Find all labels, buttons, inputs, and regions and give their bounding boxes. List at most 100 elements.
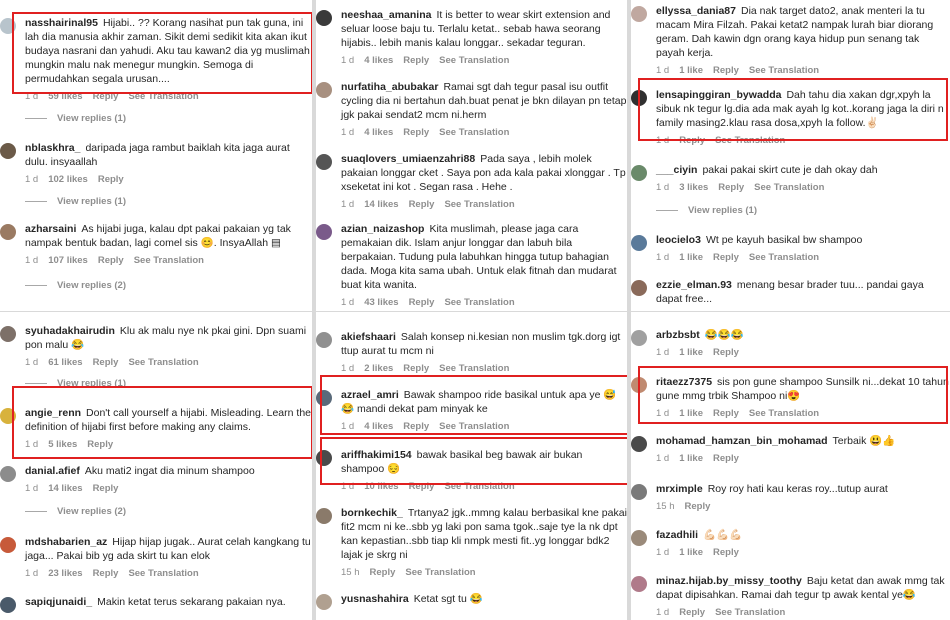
comment-username[interactable]: mrximple [656, 483, 703, 495]
comment-username[interactable]: arbzbsbt [656, 329, 700, 341]
comment-username[interactable]: danial.afief [25, 465, 80, 477]
avatar[interactable] [631, 530, 647, 546]
comment-username[interactable]: neeshaa_amanina [341, 9, 431, 21]
avatar[interactable] [631, 165, 647, 181]
reply-link[interactable]: Reply [93, 568, 119, 579]
likes-count[interactable]: 61 likes [48, 357, 82, 368]
reply-link[interactable]: Reply [409, 199, 435, 210]
reply-link[interactable]: Reply [93, 357, 119, 368]
view-replies[interactable]: View replies (1) [25, 196, 126, 207]
avatar[interactable] [0, 143, 16, 159]
avatar[interactable] [316, 10, 332, 26]
avatar[interactable] [316, 154, 332, 170]
reply-link[interactable]: Reply [98, 255, 124, 266]
view-replies[interactable]: View replies (2) [25, 280, 126, 291]
avatar[interactable] [0, 326, 16, 342]
avatar[interactable] [631, 484, 647, 500]
avatar[interactable] [631, 436, 647, 452]
avatar[interactable] [631, 280, 647, 296]
comment-username[interactable]: ezzie_elman.93 [656, 279, 732, 291]
view-replies-label[interactable]: View replies (1) [57, 113, 126, 124]
comment-username[interactable]: sapiqjunaidi_ [25, 596, 92, 608]
comment-username[interactable]: akiefshaari [341, 331, 396, 343]
view-replies[interactable]: View replies (2) [25, 506, 126, 517]
likes-count[interactable]: 2 likes [364, 363, 393, 374]
reply-link[interactable]: Reply [409, 297, 435, 308]
see-translation-link[interactable]: See Translation [444, 199, 514, 210]
reply-link[interactable]: Reply [370, 567, 396, 578]
view-replies-label[interactable]: View replies (2) [57, 280, 126, 291]
avatar[interactable] [316, 332, 332, 348]
reply-link[interactable]: Reply [713, 547, 739, 558]
likes-count[interactable]: 4 likes [364, 55, 393, 66]
see-translation-link[interactable]: See Translation [128, 357, 198, 368]
reply-link[interactable]: Reply [713, 65, 739, 76]
avatar[interactable] [0, 597, 16, 613]
comment-username[interactable]: azian_naizashop [341, 223, 424, 235]
comment-username[interactable]: mdshabarien_az [25, 536, 107, 548]
see-translation-link[interactable]: See Translation [405, 567, 475, 578]
reply-link[interactable]: Reply [403, 363, 429, 374]
comment-username[interactable]: nurfatiha_abubakar [341, 81, 438, 93]
avatar[interactable] [316, 594, 332, 610]
comment-username[interactable]: leocielo3 [656, 234, 701, 246]
comment-username[interactable]: mohamad_hamzan_bin_mohamad [656, 435, 828, 447]
comment-username[interactable]: yusnashahira [341, 593, 409, 605]
reply-link[interactable]: Reply [93, 483, 119, 494]
avatar[interactable] [631, 330, 647, 346]
view-replies[interactable]: View replies (1) [25, 113, 126, 124]
avatar[interactable] [631, 235, 647, 251]
view-replies-label[interactable]: View replies (2) [57, 506, 126, 517]
see-translation-link[interactable]: See Translation [444, 297, 514, 308]
view-replies[interactable]: View replies (1) [656, 205, 757, 216]
avatar[interactable] [0, 224, 16, 240]
comment-username[interactable]: ___ciyin [656, 164, 697, 176]
see-translation-link[interactable]: See Translation [128, 568, 198, 579]
comment-username[interactable]: azharsaini [25, 223, 76, 235]
likes-count[interactable]: 43 likes [364, 297, 398, 308]
see-translation-link[interactable]: See Translation [749, 65, 819, 76]
likes-count[interactable]: 3 likes [679, 182, 708, 193]
comment-username[interactable]: fazadhili [656, 529, 698, 541]
see-translation-link[interactable]: See Translation [754, 182, 824, 193]
avatar[interactable] [0, 537, 16, 553]
reply-link[interactable]: Reply [685, 501, 711, 512]
see-translation-link[interactable]: See Translation [439, 363, 509, 374]
reply-link[interactable]: Reply [403, 127, 429, 138]
likes-count[interactable]: 1 like [679, 65, 703, 76]
view-replies-label[interactable]: View replies (1) [57, 196, 126, 207]
likes-count[interactable]: 14 likes [48, 483, 82, 494]
likes-count[interactable]: 14 likes [364, 199, 398, 210]
likes-count[interactable]: 23 likes [48, 568, 82, 579]
comment-username[interactable]: minaz.hijab.by_missy_toothy [656, 575, 802, 587]
avatar[interactable] [316, 82, 332, 98]
likes-count[interactable]: 1 like [679, 547, 703, 558]
see-translation-link[interactable]: See Translation [749, 252, 819, 263]
reply-link[interactable]: Reply [718, 182, 744, 193]
avatar[interactable] [0, 466, 16, 482]
reply-link[interactable]: Reply [98, 174, 124, 185]
reply-link[interactable]: Reply [403, 55, 429, 66]
comment-username[interactable]: syuhadakhairudin [25, 325, 115, 337]
likes-count[interactable]: 1 like [679, 453, 703, 464]
comment-username[interactable]: nblaskhra_ [25, 142, 80, 154]
reply-link[interactable]: Reply [713, 347, 739, 358]
reply-link[interactable]: Reply [713, 453, 739, 464]
avatar[interactable] [631, 6, 647, 22]
see-translation-link[interactable]: See Translation [715, 607, 785, 618]
comment-username[interactable]: ellyssa_dania87 [656, 5, 736, 17]
likes-count[interactable]: 107 likes [48, 255, 88, 266]
comment-username[interactable]: suaqlovers_umiaenzahri88 [341, 153, 475, 165]
comment-username[interactable]: bornkechik_ [341, 507, 403, 519]
reply-link[interactable]: Reply [713, 252, 739, 263]
likes-count[interactable]: 102 likes [48, 174, 88, 185]
view-replies-label[interactable]: View replies (1) [688, 205, 757, 216]
see-translation-link[interactable]: See Translation [439, 127, 509, 138]
see-translation-link[interactable]: See Translation [439, 55, 509, 66]
reply-link[interactable]: Reply [679, 607, 705, 618]
see-translation-link[interactable]: See Translation [134, 255, 204, 266]
likes-count[interactable]: 1 like [679, 347, 703, 358]
likes-count[interactable]: 4 likes [364, 127, 393, 138]
likes-count[interactable]: 1 like [679, 252, 703, 263]
avatar[interactable] [631, 576, 647, 592]
